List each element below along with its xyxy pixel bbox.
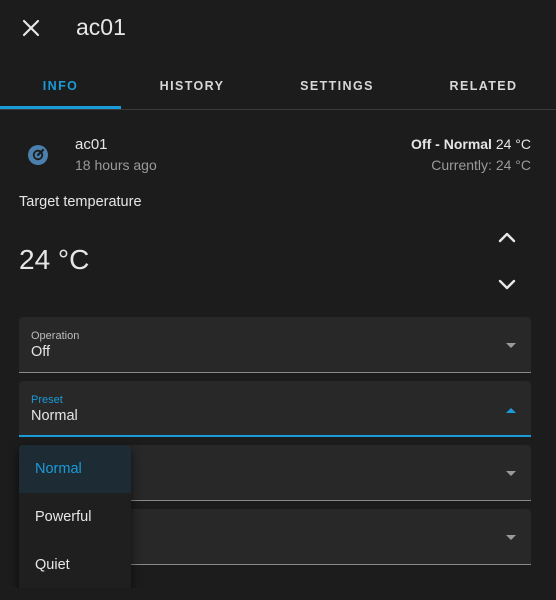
preset-option-powerful[interactable]: Powerful: [19, 493, 131, 541]
preset-select[interactable]: Preset Normal: [19, 381, 531, 437]
preset-option-quiet[interactable]: Quiet: [19, 541, 131, 588]
close-button[interactable]: [16, 13, 46, 43]
preset-option-normal[interactable]: Normal: [19, 445, 131, 493]
preset-select-value: Normal: [31, 408, 78, 424]
entity-state-mode: Off - Normal: [411, 136, 492, 152]
entity-name: ac01: [75, 136, 108, 153]
dialog-title: ac01: [76, 14, 126, 40]
operation-select-value: Off: [31, 344, 51, 360]
tab-info[interactable]: INFO: [0, 62, 121, 109]
preset-dropdown-menu: Normal Powerful Quiet: [19, 445, 131, 588]
dropdown-arrow-icon: [506, 535, 516, 540]
dropdown-arrow-icon: [506, 471, 516, 476]
tab-history[interactable]: HISTORY: [121, 62, 263, 109]
preset-select-label: Preset: [31, 394, 63, 406]
dropdown-arrow-up-icon: [506, 408, 516, 413]
dialog-header: ac01: [0, 0, 556, 58]
target-temperature-label: Target temperature: [19, 194, 142, 210]
operation-select-label: Operation: [31, 330, 80, 342]
entity-state-temperature: 24 °C: [495, 136, 531, 152]
entity-current-temperature: Currently: 24 °C: [431, 157, 531, 173]
active-tab-indicator: [0, 106, 121, 109]
more-info-dialog: ac01 INFO HISTORY SETTINGS RELATED ac01 …: [0, 0, 556, 588]
tab-settings[interactable]: SETTINGS: [263, 62, 411, 109]
entity-state: Off - Normal 24 °C: [411, 136, 531, 152]
temperature-up-button[interactable]: [492, 222, 522, 252]
close-icon: [22, 19, 40, 37]
entity-state-row: ac01 18 hours ago Off - Normal 24 °C Cur…: [0, 132, 556, 178]
tab-bar: INFO HISTORY SETTINGS RELATED: [0, 62, 556, 110]
thermostat-icon: [28, 145, 48, 165]
dropdown-arrow-icon: [506, 343, 516, 348]
chevron-up-icon: [498, 232, 516, 243]
chevron-down-icon: [498, 279, 516, 290]
entity-last-changed: 18 hours ago: [75, 157, 157, 173]
tab-related[interactable]: RELATED: [411, 62, 556, 109]
operation-select[interactable]: Operation Off: [19, 317, 531, 373]
temperature-down-button[interactable]: [492, 270, 522, 300]
target-temperature-value: 24 °C: [19, 244, 90, 275]
